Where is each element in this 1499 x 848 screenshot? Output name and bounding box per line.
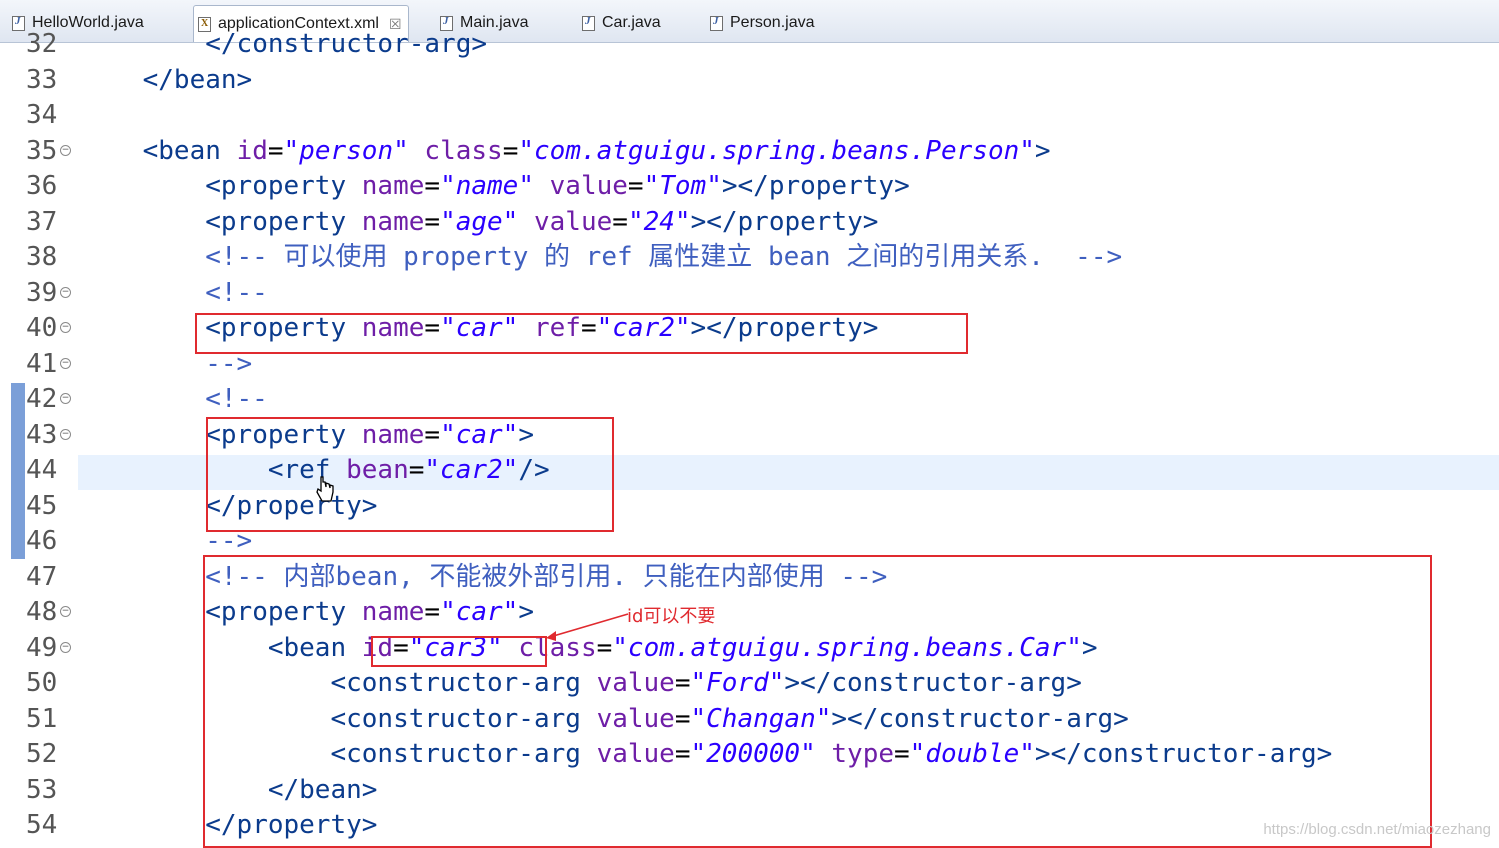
code-text: <!--	[80, 277, 268, 308]
line-number: 53	[26, 774, 58, 805]
line-number: 37	[26, 206, 58, 237]
line-number: 33	[26, 64, 58, 95]
fold-toggle-icon[interactable]: −	[60, 286, 71, 298]
line-number: 47	[26, 561, 58, 592]
highlight-box-ref-attribute	[195, 313, 968, 354]
fold-toggle-icon[interactable]: −	[60, 641, 71, 653]
code-line-38[interactable]: 38 <!-- 可以使用 property 的 ref 属性建立 bean 之间…	[0, 240, 1499, 276]
watermark: https://blog.csdn.net/miaozezhang	[1263, 821, 1491, 838]
annotation-note: id可以不要	[627, 606, 716, 627]
line-number: 54	[26, 810, 58, 840]
code-line-34[interactable]: 34	[0, 98, 1499, 134]
code-line-32[interactable]: 32 </constructor-arg>	[0, 27, 1499, 63]
code-line-35[interactable]: 35− <bean id="person" class="com.atguigu…	[0, 134, 1499, 170]
fold-toggle-icon[interactable]: −	[60, 428, 71, 440]
highlight-box-inner-bean	[203, 555, 1432, 848]
code-line-33[interactable]: 33 </bean>	[0, 63, 1499, 99]
code-line-36[interactable]: 36 <property name="name" value="Tom"></p…	[0, 169, 1499, 205]
line-number: 50	[26, 668, 58, 698]
line-number: 45	[26, 490, 58, 521]
line-number: 51	[26, 703, 58, 734]
code-line-42[interactable]: 42− <!--	[0, 382, 1499, 418]
code-text: <bean id="person" class="com.atguigu.spr…	[142, 135, 1051, 166]
line-number: 52	[26, 739, 58, 769]
line-number: 38	[26, 242, 58, 272]
code-editor[interactable]: 32 </constructor-arg> 33 </bean> 34 35− <be…	[0, 29, 1499, 848]
line-number: 32	[26, 29, 58, 59]
code-text: </bean>	[142, 64, 253, 95]
line-number: 46	[26, 526, 58, 556]
code-text: <!--	[80, 384, 268, 414]
code-line-37[interactable]: 37 <property name="age" value="24"></pro…	[0, 205, 1499, 241]
code-text: <property name="age" value="24"></proper…	[205, 206, 879, 237]
highlight-box-ref-element	[206, 417, 614, 532]
fold-toggle-icon[interactable]: −	[60, 393, 71, 404]
fold-toggle-icon[interactable]: −	[60, 606, 71, 617]
line-number: 36	[26, 171, 58, 201]
fold-toggle-icon[interactable]: −	[60, 357, 71, 369]
line-number: 34	[26, 100, 58, 130]
code-line-39[interactable]: 39− <!--	[0, 276, 1499, 312]
annotation-arrow-icon	[546, 613, 629, 641]
highlight-box-id	[371, 636, 547, 667]
line-number: 44	[26, 455, 58, 485]
fold-toggle-icon[interactable]: −	[60, 144, 71, 156]
code-text: <!-- 可以使用 property 的 ref 属性建立 bean 之间的引用…	[80, 242, 1123, 272]
code-text: </constructor-arg>	[205, 29, 487, 59]
mouse-cursor-icon	[314, 475, 336, 509]
code-text: <property name="name" value="Tom"></prop…	[205, 171, 910, 201]
fold-toggle-icon[interactable]: −	[60, 322, 71, 333]
